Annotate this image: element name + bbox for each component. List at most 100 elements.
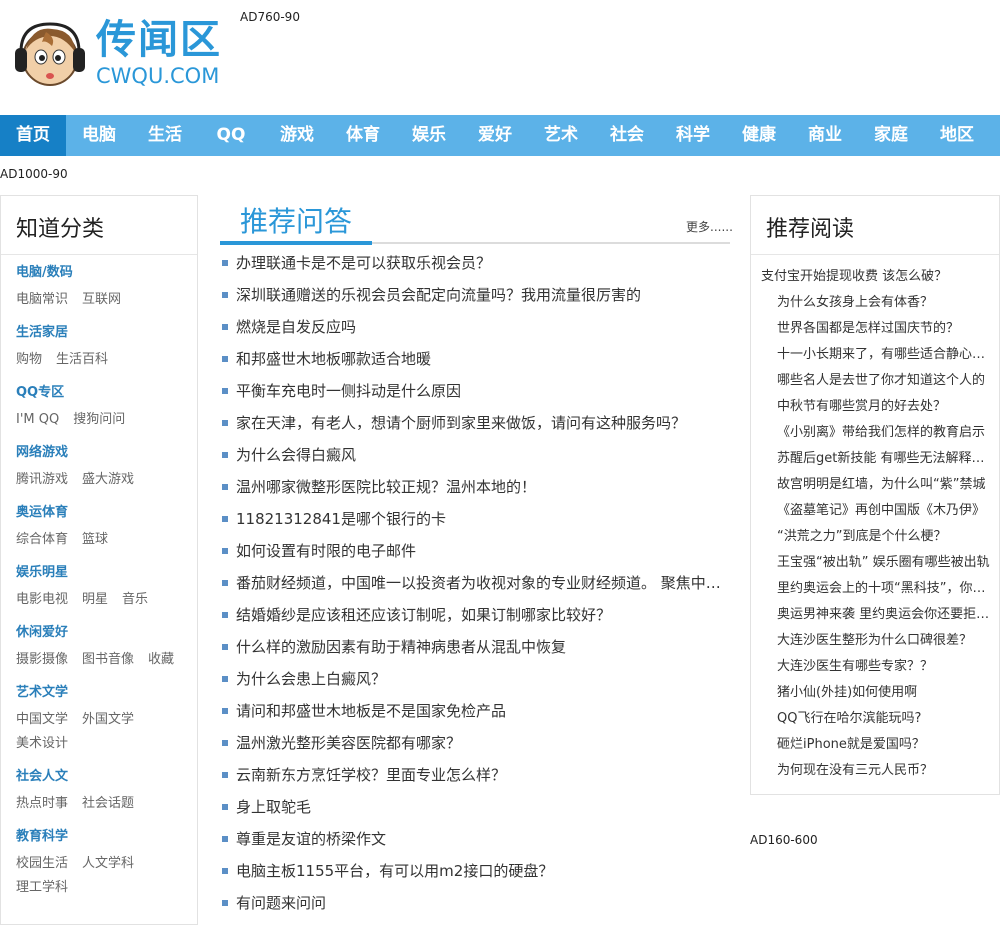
category-link[interactable]: 互联网 xyxy=(82,288,121,312)
list-item[interactable]: 请问和邦盛世木地板是不是国家免检产品 xyxy=(220,698,732,730)
category-head[interactable]: QQ专区 xyxy=(16,384,196,408)
reading-link[interactable]: 故宫明明是红墙，为什么叫“紫”禁城 xyxy=(751,472,999,498)
list-item[interactable]: 为什么会患上白癜风？ xyxy=(220,666,732,698)
nav-business[interactable]: 商业 xyxy=(792,115,858,156)
category-head[interactable]: 社会人文 xyxy=(16,768,196,792)
list-item[interactable]: 办理联通卡是不是可以获取乐视会员？ xyxy=(220,250,732,282)
more-link[interactable]: 更多...... xyxy=(686,218,733,235)
category-link[interactable]: 购物 xyxy=(16,348,42,372)
list-item[interactable]: 深圳联通赠送的乐视会员会配定向流量吗？我用流量很厉害的 xyxy=(220,282,732,314)
reading-link[interactable]: 支付宝开始提现收费 该怎么破？ xyxy=(751,264,999,290)
qa-link[interactable]: 如何设置有时限的电子邮件 xyxy=(236,542,416,560)
list-item[interactable]: 和邦盛世木地板哪款适合地暖 xyxy=(220,346,732,378)
ad-banner-wide[interactable]: AD1000-90 xyxy=(0,167,68,181)
ad-banner-right[interactable]: AD160-600 xyxy=(750,833,818,847)
category-link[interactable]: 电影电视 xyxy=(16,588,68,612)
category-head[interactable]: 生活家居 xyxy=(16,324,196,348)
category-link[interactable]: 收藏 xyxy=(148,648,174,672)
qa-link[interactable]: 云南新东方烹饪学校？里面专业怎么样？ xyxy=(236,766,506,784)
nav-society[interactable]: 社会 xyxy=(594,115,660,156)
nav-sports[interactable]: 体育 xyxy=(330,115,396,156)
category-link[interactable]: 社会话题 xyxy=(82,792,134,816)
reading-link[interactable]: 大连沙医生有哪些专家？？ xyxy=(751,654,999,680)
ad-banner-top[interactable]: AD760-90 xyxy=(240,10,300,24)
nav-entertainment[interactable]: 娱乐 xyxy=(396,115,462,156)
reading-link[interactable]: 里约奥运会上的十项“黑科技”，你知道吗 xyxy=(751,576,999,602)
site-logo[interactable]: 传闻区 CWQU.COM xyxy=(12,18,222,92)
qa-link[interactable]: 为什么会患上白癜风？ xyxy=(236,670,386,688)
category-head[interactable]: 艺术文学 xyxy=(16,684,196,708)
list-item[interactable]: 番茄财经频道，中国唯一以投资者为收视对象的专业财经频道。 聚焦中国资本市场 xyxy=(220,570,732,602)
list-item[interactable]: 身上取鸵毛 xyxy=(220,794,732,826)
list-item[interactable]: 温州哪家微整形医院比较正规？温州本地的！ xyxy=(220,474,732,506)
qa-link[interactable]: 电脑主板1155平台，有可以用m2接口的硬盘？ xyxy=(236,862,553,880)
category-link[interactable]: 图书音像 xyxy=(82,648,134,672)
reading-link[interactable]: 为什么女孩身上会有体香？ xyxy=(751,290,999,316)
category-head[interactable]: 网络游戏 xyxy=(16,444,196,468)
nav-family[interactable]: 家庭 xyxy=(858,115,924,156)
category-link[interactable]: 综合体育 xyxy=(16,528,68,552)
reading-link[interactable]: 王宝强“被出轨” 娱乐圈有哪些被出轨 xyxy=(751,550,999,576)
nav-home[interactable]: 首页 xyxy=(0,115,66,156)
list-item[interactable]: 结婚婚纱是应该租还应该订制呢，如果订制哪家比较好？ xyxy=(220,602,732,634)
reading-link[interactable]: 大连沙医生整形为什么口碑很差？ xyxy=(751,628,999,654)
list-item[interactable]: 为什么会得白癜风 xyxy=(220,442,732,474)
list-item[interactable]: 云南新东方烹饪学校？里面专业怎么样？ xyxy=(220,762,732,794)
category-head[interactable]: 电脑/数码 xyxy=(16,264,196,288)
list-item[interactable]: 有问题来问问 xyxy=(220,890,732,922)
category-link[interactable]: 摄影摄像 xyxy=(16,648,68,672)
reading-link[interactable]: 砸烂iPhone就是爱国吗？ xyxy=(751,732,999,758)
nav-life[interactable]: 生活 xyxy=(132,115,198,156)
list-item[interactable]: 如何设置有时限的电子邮件 xyxy=(220,538,732,570)
category-link[interactable]: 理工学科 xyxy=(16,876,68,900)
list-item[interactable]: 温州激光整形美容医院都有哪家？ xyxy=(220,730,732,762)
category-link[interactable]: 搜狗问问 xyxy=(73,408,125,432)
category-link[interactable]: 生活百科 xyxy=(56,348,108,372)
qa-link[interactable]: 燃烧是自发反应吗 xyxy=(236,318,356,336)
qa-link[interactable]: 办理联通卡是不是可以获取乐视会员？ xyxy=(236,254,491,272)
qa-link[interactable]: 温州激光整形美容医院都有哪家？ xyxy=(236,734,461,752)
nav-region[interactable]: 地区 xyxy=(924,115,990,156)
nav-art[interactable]: 艺术 xyxy=(528,115,594,156)
category-link[interactable]: 盛大游戏 xyxy=(82,468,134,492)
category-link[interactable]: 中国文学 xyxy=(16,708,68,732)
category-link[interactable]: 音乐 xyxy=(122,588,148,612)
category-link[interactable]: 美术设计 xyxy=(16,732,68,756)
qa-link[interactable]: 家在天津，有老人，想请个厨师到家里来做饭，请问有这种服务吗？ xyxy=(236,414,686,432)
list-item[interactable]: 平衡车充电时一侧抖动是什么原因 xyxy=(220,378,732,410)
qa-link[interactable]: 平衡车充电时一侧抖动是什么原因 xyxy=(236,382,461,400)
category-head[interactable]: 休闲爱好 xyxy=(16,624,196,648)
category-link[interactable]: 腾讯游戏 xyxy=(16,468,68,492)
category-head[interactable]: 娱乐明星 xyxy=(16,564,196,588)
list-item[interactable]: 燃烧是自发反应吗 xyxy=(220,314,732,346)
list-item[interactable]: 家在天津，有老人，想请个厨师到家里来做饭，请问有这种服务吗？ xyxy=(220,410,732,442)
qa-link[interactable]: 身上取鸵毛 xyxy=(236,798,311,816)
category-head[interactable]: 奥运体育 xyxy=(16,504,196,528)
category-link[interactable]: 人文学科 xyxy=(82,852,134,876)
category-link[interactable]: 外国文学 xyxy=(82,708,134,732)
category-link[interactable]: 明星 xyxy=(82,588,108,612)
reading-link[interactable]: 《小别离》带给我们怎样的教育启示 xyxy=(751,420,999,446)
category-link[interactable]: 电脑常识 xyxy=(16,288,68,312)
reading-link[interactable]: 苏醒后get新技能 有哪些无法解释的现象 xyxy=(751,446,999,472)
qa-link[interactable]: 有问题来问问 xyxy=(236,894,326,912)
reading-link[interactable]: 世界各国都是怎样过国庆节的？ xyxy=(751,316,999,342)
category-link[interactable]: 校园生活 xyxy=(16,852,68,876)
qa-link[interactable]: 结婚婚纱是应该租还应该订制呢，如果订制哪家比较好？ xyxy=(236,606,611,624)
category-link[interactable]: 篮球 xyxy=(82,528,108,552)
reading-link[interactable]: QQ飞行在哈尔滨能玩吗? xyxy=(751,706,999,732)
qa-link[interactable]: 深圳联通赠送的乐视会员会配定向流量吗？我用流量很厉害的 xyxy=(236,286,641,304)
reading-link[interactable]: “洪荒之力”到底是个什么梗？ xyxy=(751,524,999,550)
qa-link[interactable]: 11821312841是哪个银行的卡 xyxy=(236,510,446,528)
reading-link[interactable]: 奥运男神来袭 里约奥运会你还要拒绝吗 xyxy=(751,602,999,628)
nav-qq[interactable]: QQ xyxy=(198,115,264,156)
qa-link[interactable]: 什么样的激励因素有助于精神病患者从混乱中恢复 xyxy=(236,638,566,656)
qa-link[interactable]: 番茄财经频道，中国唯一以投资者为收视对象的专业财经频道。 聚焦中国资本市场 xyxy=(236,574,732,592)
reading-link[interactable]: 为何现在没有三元人民币？ xyxy=(751,758,999,784)
nav-health[interactable]: 健康 xyxy=(726,115,792,156)
list-item[interactable]: 电脑主板1155平台，有可以用m2接口的硬盘？ xyxy=(220,858,732,890)
category-head[interactable]: 教育科学 xyxy=(16,828,196,852)
nav-science[interactable]: 科学 xyxy=(660,115,726,156)
qa-link[interactable]: 和邦盛世木地板哪款适合地暖 xyxy=(236,350,431,368)
category-link[interactable]: 热点时事 xyxy=(16,792,68,816)
